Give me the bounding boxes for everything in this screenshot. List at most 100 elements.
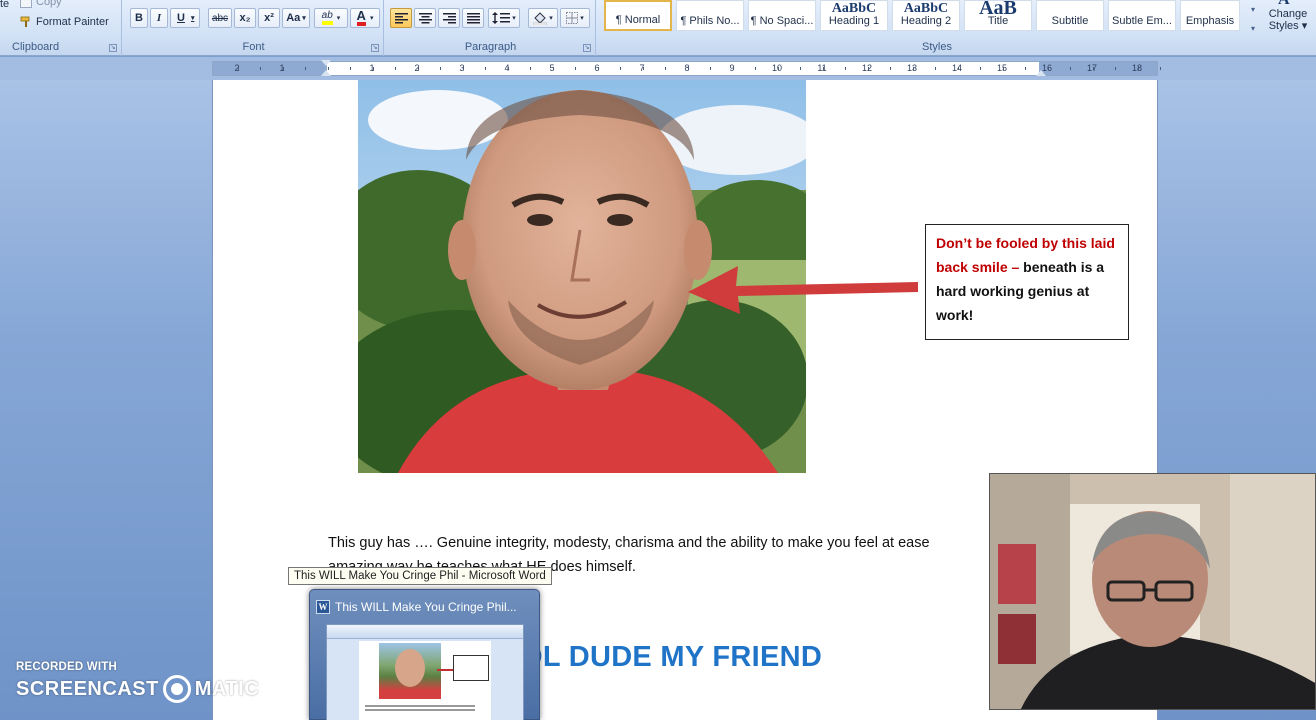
ruler-tick bbox=[1160, 67, 1161, 70]
copy-button[interactable]: Copy bbox=[20, 0, 62, 8]
highlight-icon: ab bbox=[321, 11, 333, 25]
shading-button[interactable]: ▾ bbox=[528, 8, 558, 28]
style-title[interactable]: AaB Title bbox=[964, 0, 1032, 31]
style-subtitle[interactable]: Subtitle bbox=[1036, 0, 1104, 31]
font-group-label: Font bbox=[242, 41, 265, 53]
callout-textbox[interactable]: Don’t be fooled by this laid back smile … bbox=[925, 224, 1129, 340]
style-label: ¶ No Spaci... bbox=[750, 15, 814, 27]
change-case-button[interactable]: Aa ▾ bbox=[282, 8, 310, 28]
align-center-icon bbox=[418, 12, 432, 23]
ruler-number: 12 bbox=[861, 63, 872, 73]
more-styles-icon[interactable]: ▾ bbox=[1251, 24, 1255, 33]
ruler-tick bbox=[935, 67, 936, 70]
ruler-tick bbox=[350, 67, 351, 70]
ruler-number: 7 bbox=[639, 63, 645, 73]
clipboard-launcher-icon[interactable]: ↘ bbox=[109, 44, 117, 52]
strikethrough-button[interactable]: abc bbox=[208, 8, 232, 28]
shading-icon bbox=[533, 11, 548, 25]
format-painter-label: Format Painter bbox=[36, 16, 109, 28]
hanging-indent-marker[interactable] bbox=[321, 70, 331, 76]
red-arrow-icon bbox=[688, 266, 918, 314]
ruler-tick bbox=[485, 67, 486, 70]
borders-icon bbox=[566, 12, 579, 24]
preview-title: This WILL Make You Cringe Phil... bbox=[335, 600, 517, 614]
ruler-tick bbox=[890, 67, 891, 70]
borders-button[interactable]: ▾ bbox=[560, 8, 590, 28]
change-styles-label-1: Change bbox=[1268, 8, 1308, 20]
preview-ribbon bbox=[327, 625, 523, 639]
ruler-tick bbox=[845, 67, 846, 70]
paragraph-launcher-icon[interactable]: ↘ bbox=[583, 44, 591, 52]
ruler-tick bbox=[755, 67, 756, 70]
style-normal[interactable]: ¶ Normal bbox=[604, 0, 672, 31]
ruler-tick bbox=[665, 67, 666, 70]
first-line-indent-marker[interactable] bbox=[321, 60, 331, 66]
font-launcher-icon[interactable]: ↘ bbox=[371, 44, 379, 52]
highlight-button[interactable]: ab ▾ bbox=[314, 8, 348, 28]
preview-page bbox=[359, 641, 491, 720]
underline-button[interactable]: U ▾ bbox=[170, 8, 200, 28]
ruler-number: 4 bbox=[504, 63, 510, 73]
paste-label[interactable]: te bbox=[0, 0, 9, 10]
line-spacing-button[interactable]: ▾ bbox=[488, 8, 520, 28]
taskbar-window-preview[interactable]: W This WILL Make You Cringe Phil... bbox=[309, 589, 540, 720]
ruler-number: 5 bbox=[549, 63, 555, 73]
format-painter-button[interactable]: Format Painter bbox=[20, 16, 109, 28]
paragraph-group: ▾ ▾ ▾ Paragraph ↘ bbox=[386, 0, 596, 56]
ruler-tick bbox=[688, 67, 689, 70]
font-color-button[interactable]: A ▾ bbox=[350, 8, 380, 28]
align-left-icon bbox=[394, 12, 408, 23]
shading-dropdown-icon: ▾ bbox=[549, 15, 553, 22]
italic-button[interactable]: I bbox=[150, 8, 168, 28]
ruler-tick bbox=[508, 67, 509, 70]
preview-title-bar: W This WILL Make You Cringe Phil... bbox=[316, 598, 533, 616]
line-spacing-icon bbox=[492, 12, 511, 24]
subscript-button[interactable]: x₂ bbox=[234, 8, 256, 28]
watermark-line-1: RECORDED WITH bbox=[16, 661, 117, 673]
style-label: Subtitle bbox=[1051, 15, 1089, 27]
font-color-icon: A bbox=[356, 9, 366, 26]
style-label: ¶ Phils No... bbox=[680, 15, 740, 27]
align-right-icon bbox=[442, 12, 456, 23]
align-left-button[interactable] bbox=[390, 8, 412, 28]
ruler-tick bbox=[958, 67, 959, 70]
style-phils-normal[interactable]: ¶ Phils No... bbox=[676, 0, 744, 31]
justify-button[interactable] bbox=[462, 8, 484, 28]
ruler-tick bbox=[620, 67, 621, 70]
style-label: Subtle Em... bbox=[1112, 15, 1172, 27]
superscript-button[interactable]: x² bbox=[258, 8, 280, 28]
preview-thumbnail bbox=[326, 624, 524, 720]
chevron-down-icon[interactable]: ▾ bbox=[1251, 5, 1255, 14]
styles-gallery-scroll[interactable]: ▾ ▾ bbox=[1246, 0, 1260, 38]
align-center-button[interactable] bbox=[414, 8, 436, 28]
style-subtle-emphasis[interactable]: Subtle Em... bbox=[1108, 0, 1176, 31]
ruler-tick bbox=[800, 67, 801, 70]
style-heading-1[interactable]: AaBbC Heading 1 bbox=[820, 0, 888, 31]
ruler-tick bbox=[463, 67, 464, 70]
word-icon: W bbox=[316, 600, 330, 614]
underline-label: U bbox=[177, 12, 185, 24]
styles-gallery: ¶ Normal ¶ Phils No... ¶ No Spaci... AaB… bbox=[604, 0, 1240, 38]
styles-group-label: Styles bbox=[922, 41, 952, 53]
horizontal-ruler[interactable]: 2 1 1 2 3 4 5 6 7 8 9 10 11 12 13 14 15 16 17 18 bbox=[212, 61, 1161, 76]
ruler-number: 3 bbox=[459, 63, 465, 73]
style-sample: AaB bbox=[979, 0, 1017, 19]
style-no-spacing[interactable]: ¶ No Spaci... bbox=[748, 0, 816, 31]
section-heading[interactable]: OL DUDE MY FRIEND bbox=[520, 641, 822, 674]
bold-button[interactable]: B bbox=[130, 8, 148, 28]
paragraph-group-label: Paragraph bbox=[464, 41, 517, 53]
ruler-tick bbox=[1115, 67, 1116, 70]
style-heading-2[interactable]: AaBbC Heading 2 bbox=[892, 0, 960, 31]
change-styles-button[interactable]: A Change Styles ▾ bbox=[1262, 0, 1314, 40]
watermark-text-b: MATIC bbox=[194, 677, 260, 700]
line-spacing-dropdown-icon: ▾ bbox=[512, 15, 516, 22]
underline-dropdown-icon[interactable]: ▾ bbox=[191, 14, 195, 22]
screencast-logo-icon bbox=[162, 675, 191, 703]
ruler-tick bbox=[710, 67, 711, 70]
align-right-button[interactable] bbox=[438, 8, 460, 28]
style-emphasis[interactable]: Emphasis bbox=[1180, 0, 1240, 31]
ruler-number: 18 bbox=[1131, 63, 1142, 73]
change-styles-icon: A bbox=[1278, 0, 1290, 8]
right-indent-marker[interactable] bbox=[1036, 70, 1046, 76]
copy-label: Copy bbox=[36, 0, 62, 8]
